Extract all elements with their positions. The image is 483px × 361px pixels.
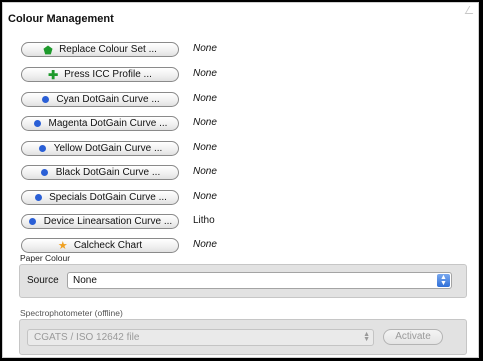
press-icc-profile-button[interactable]: ✚ Press ICC Profile ... (21, 67, 179, 82)
paper-colour-section-label: Paper Colour (20, 253, 71, 263)
colour-management-window: Colour Management Replace Colour Set ...… (2, 2, 479, 358)
row-replace-colour-set: Replace Colour Set ... None (21, 42, 451, 57)
calcheck-chart-value: None (193, 239, 217, 250)
magenta-dotgain-value: None (193, 117, 217, 128)
spectrophotometer-group: CGATS / ISO 12642 file ▲ ▼ Activate (19, 319, 467, 355)
row-press-icc-profile: ✚ Press ICC Profile ... None (21, 67, 451, 82)
yellow-dotgain-value: None (193, 142, 217, 153)
specials-dotgain-curve-button[interactable]: Specials DotGain Curve ... (21, 190, 179, 205)
cyan-dotgain-value: None (193, 93, 217, 104)
button-label: Calcheck Chart (73, 240, 143, 251)
pentagon-icon (43, 45, 53, 55)
plus-icon: ✚ (48, 67, 59, 82)
select-arrows-icon: ▲ ▼ (437, 274, 450, 287)
select-arrows-icon: ▲ ▼ (363, 331, 370, 343)
row-yellow-dotgain: Yellow DotGain Curve ... None (21, 141, 451, 156)
row-magenta-dotgain: Magenta DotGain Curve ... None (21, 116, 451, 131)
star-icon: ★ (57, 239, 68, 252)
paper-source-select[interactable]: None ▲ ▼ (67, 272, 452, 289)
button-label: Specials DotGain Curve ... (49, 192, 167, 203)
button-label: Replace Colour Set ... (59, 44, 157, 55)
button-label: Device Linearsation Curve ... (43, 216, 173, 227)
replace-colour-set-button[interactable]: Replace Colour Set ... (21, 42, 179, 57)
dot-icon (33, 119, 43, 129)
button-label: Black DotGain Curve ... (55, 167, 161, 178)
row-black-dotgain: Black DotGain Curve ... None (21, 165, 451, 180)
button-label: Yellow DotGain Curve ... (53, 143, 163, 154)
yellow-dotgain-curve-button[interactable]: Yellow DotGain Curve ... (21, 141, 179, 156)
dot-icon (33, 193, 43, 203)
page-title: Colour Management (8, 13, 114, 25)
resize-corner-icon[interactable] (464, 6, 478, 14)
button-label: Cyan DotGain Curve ... (56, 94, 160, 105)
row-cyan-dotgain: Cyan DotGain Curve ... None (21, 92, 451, 107)
specials-dotgain-value: None (193, 191, 217, 202)
activate-button[interactable]: Activate (383, 329, 443, 345)
black-dotgain-value: None (193, 166, 217, 177)
paper-colour-group: Source None ▲ ▼ (19, 264, 467, 298)
spectrophotometer-section-label: Spectrophotometer (offline) (20, 308, 123, 318)
dot-icon (40, 95, 50, 105)
source-label: Source (27, 275, 59, 286)
magenta-dotgain-curve-button[interactable]: Magenta DotGain Curve ... (21, 116, 179, 131)
device-linearisation-curve-button[interactable]: Device Linearsation Curve ... (21, 214, 179, 229)
button-label: Magenta DotGain Curve ... (48, 118, 168, 129)
paper-source-value: None (73, 275, 97, 286)
button-label: Press ICC Profile ... (64, 69, 152, 80)
calcheck-chart-button[interactable]: ★ Calcheck Chart (21, 238, 179, 253)
cyan-dotgain-curve-button[interactable]: Cyan DotGain Curve ... (21, 92, 179, 107)
replace-colour-set-value: None (193, 43, 217, 54)
spectrophotometer-file-value: CGATS / ISO 12642 file (34, 332, 140, 343)
row-calcheck-chart: ★ Calcheck Chart None (21, 238, 451, 253)
device-linearisation-value: Litho (193, 215, 215, 226)
press-icc-profile-value: None (193, 68, 217, 79)
dot-icon (38, 144, 48, 154)
spectrophotometer-file-select[interactable]: CGATS / ISO 12642 file ▲ ▼ (27, 329, 374, 346)
black-dotgain-curve-button[interactable]: Black DotGain Curve ... (21, 165, 179, 180)
row-specials-dotgain: Specials DotGain Curve ... None (21, 190, 451, 205)
row-device-linearisation: Device Linearsation Curve ... Litho (21, 214, 451, 229)
dot-icon (40, 168, 50, 178)
dot-icon (28, 217, 38, 227)
